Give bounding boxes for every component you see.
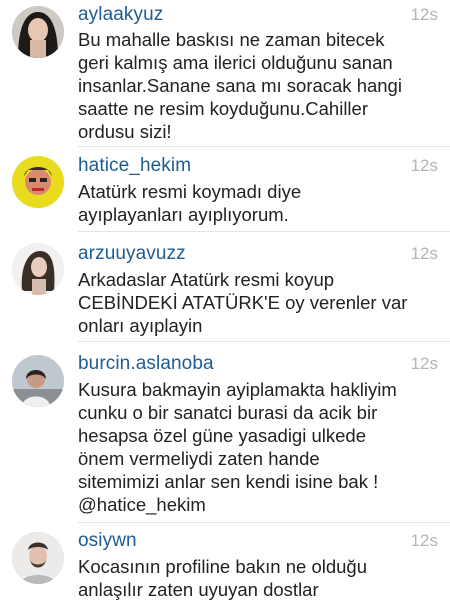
avatar[interactable] <box>12 6 64 58</box>
comment-username[interactable]: hatice_hekim <box>78 155 191 177</box>
avatar[interactable] <box>12 243 64 295</box>
divider <box>78 231 450 232</box>
comment-username[interactable]: osiywn <box>78 530 137 552</box>
comment-username[interactable]: arzuuyavuzz <box>78 243 186 265</box>
divider <box>78 146 450 147</box>
comment-timestamp: 12s <box>410 244 438 263</box>
comment-username[interactable]: burcin.aslanoba <box>78 353 214 375</box>
comment-username[interactable]: aylaakyuz <box>78 4 163 26</box>
comment-text: Atatürk resmi koymadı diye ayıplayanları… <box>78 181 302 225</box>
comment-timestamp: 12s <box>410 5 438 24</box>
divider <box>78 522 450 523</box>
comment-timestamp: 12s <box>410 354 438 373</box>
comment-text: Bu mahalle baskısı ne zaman bitecek geri… <box>78 29 402 142</box>
comment-text: Arkadaslar Atatürk resmi koyup CEBİNDEKİ… <box>78 269 408 336</box>
divider <box>78 341 450 342</box>
comment-text: Kusura bakmayin ayiplamakta hakliyim cun… <box>78 379 397 492</box>
avatar[interactable] <box>12 532 64 584</box>
comment-timestamp: 12s <box>410 531 438 550</box>
comment-text: Kocasının profiline bakın ne olduğu anla… <box>78 556 368 600</box>
avatar[interactable] <box>12 355 64 407</box>
avatar[interactable] <box>12 156 64 208</box>
comment-mention-link[interactable]: @hatice_hekim <box>78 493 440 516</box>
comment-timestamp: 12s <box>410 156 438 175</box>
